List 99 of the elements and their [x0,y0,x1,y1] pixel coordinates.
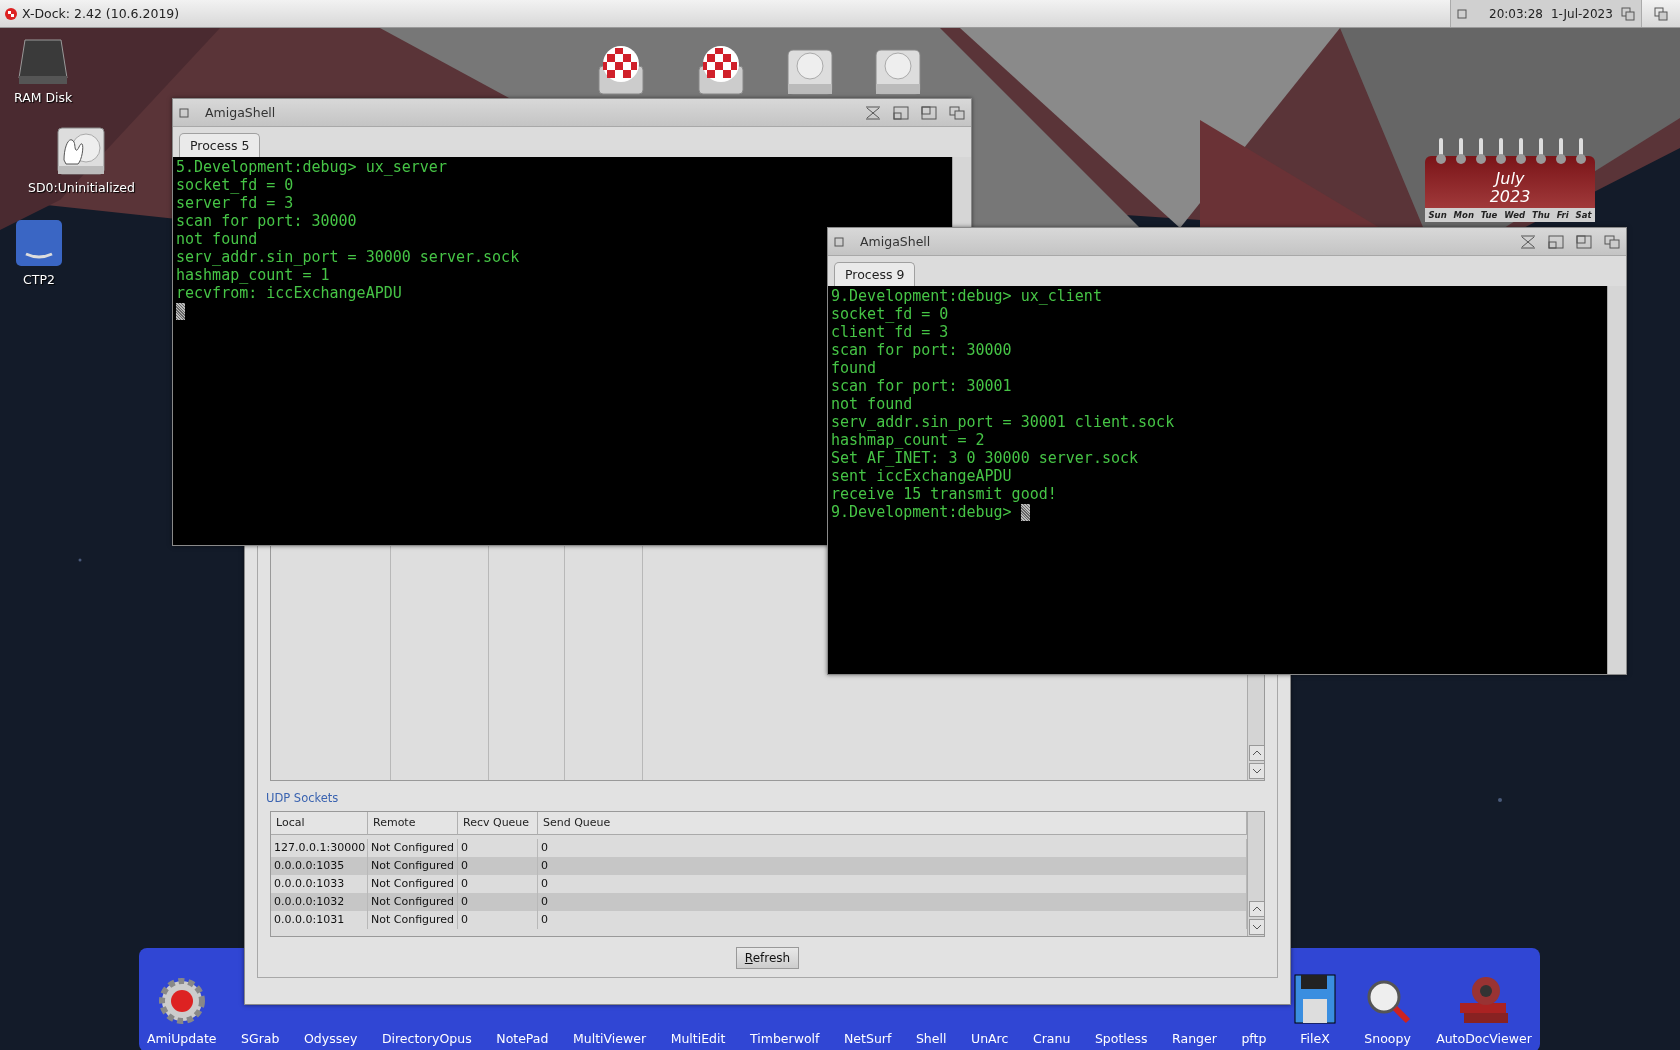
iconify-icon[interactable] [1520,234,1536,249]
arrow-down-icon[interactable] [1249,919,1265,935]
terminal-line: scan for port: 30000 [831,341,1012,359]
arrow-up-icon[interactable] [1249,745,1265,761]
table-cell: 0.0.0.0:1031 [271,911,368,929]
dock-item[interactable]: Cranu [1032,1031,1071,1046]
terminal-line: server fd = 3 [176,194,294,212]
ball-icon [4,6,18,21]
table-cell: 0 [458,911,538,929]
dock-item[interactable]: UnArc [971,1031,1009,1046]
dock-item[interactable]: FileX [1290,969,1339,1046]
terminal-line: Set AF_INET: 3 0 30000 server.sock [831,449,1139,467]
arrow-down-icon[interactable] [1249,763,1265,779]
terminal-line: scan for port: 30000 [176,212,357,230]
app-title: X-Dock: 2.42 (10.6.2019) [22,6,180,21]
iconify-icon[interactable] [865,105,881,120]
terminal-line: 9.Development:debug> [831,503,1013,521]
depth-icon[interactable] [1604,234,1620,249]
close-icon[interactable] [179,107,189,118]
weekday-label: Wed [1504,210,1525,220]
window-title: AmigaShell [860,234,931,249]
terminal-line: serv_addr.sin_port = 30000 server.sock [176,248,520,266]
weekday-label: Sat [1575,210,1592,220]
terminal-line: not found [176,230,258,248]
drive-icon [17,38,70,86]
desktop-icon[interactable]: SD0:Uninitialized [28,126,135,195]
window-icon[interactable] [1548,234,1564,249]
tab[interactable]: Process 9 [834,262,916,286]
icon-label: RAM Disk [14,90,73,105]
depth-icon[interactable] [1654,6,1668,21]
terminal-line: socket_fd = 0 [176,176,294,194]
weekday-label: Thu [1531,210,1550,220]
column-header[interactable]: Remote [368,812,458,835]
icon-label: SD0:Uninitialized [28,180,135,195]
terminal-line: sent iccExchangeAPDU [831,467,1012,485]
terminal-line: scan for port: 30001 [831,377,1012,395]
dock-item[interactable]: DirectoryOpus [381,1031,472,1046]
icon-label: CTP2 [23,272,55,287]
dock-item[interactable]: Shell [915,1031,947,1046]
depth-icon[interactable] [1621,6,1635,21]
dock-item[interactable]: pftp [1241,1031,1267,1046]
dock-item[interactable]: MultiEdit [670,1031,726,1046]
desktop-icon[interactable]: RAM Disk [14,38,73,105]
terminal-line: receive 15 transmit good! [831,485,1057,503]
dock-item[interactable]: Ranger [1172,1031,1217,1046]
text-cursor [176,302,185,320]
terminal-line: 5.Development:debug> ux_server [176,158,447,176]
scrollbar[interactable] [952,157,971,227]
window-icon[interactable] [893,105,909,120]
arrow-up-icon[interactable] [1249,901,1265,917]
zoom-icon[interactable] [921,105,937,120]
table-cell: Not Configured [368,911,458,929]
column-header[interactable]: Recv Queue [458,812,538,835]
dock-item[interactable]: MultiViewer [573,1031,647,1046]
calendar-year: 2023 [1489,188,1531,206]
dock-item[interactable]: Spotless [1094,1031,1148,1046]
scrollbar[interactable] [1607,286,1626,674]
drive-icon [697,44,745,96]
window-title: AmigaShell [205,105,276,120]
clock-time: 20:03:28 [1489,6,1543,21]
text-cursor [1020,503,1030,521]
clock-date: 1-Jul-2023 [1550,6,1613,21]
calendar-month: July [1495,170,1525,188]
drive-icon [597,44,645,96]
dock-item[interactable]: AmiUpdate [147,977,217,1046]
zoom-icon[interactable] [1576,234,1592,249]
scrollbar[interactable] [1247,812,1264,936]
terminal-line: hashmap_count = 1 [176,266,330,284]
column-header[interactable]: Local [271,812,368,835]
refresh-button[interactable]: Refresh [735,947,800,969]
close-icon[interactable] [1457,8,1467,19]
gear-icon [157,977,206,1025]
terminal-line: client fd = 3 [831,323,949,341]
weekday-label: Sun [1428,210,1447,220]
dock-item[interactable]: AutoDocViewer [1436,973,1532,1046]
weekday-label: Mon [1453,210,1474,220]
dock-item[interactable]: Odyssey [304,1031,358,1046]
tab[interactable]: Process 5 [179,133,261,157]
close-icon[interactable] [834,236,844,247]
weekday-label: Tue [1480,210,1498,220]
dock-item[interactable]: NetSurf [844,1031,892,1046]
weekday-label: Fri [1556,210,1569,220]
terminal-line: not found [831,395,913,413]
column-header[interactable]: Send Queue [538,812,1247,835]
terminal-line: recvfrom: iccExchangeAPDU [176,284,402,302]
dock-item[interactable]: SGrab [241,1031,280,1046]
hard-drive-icon [56,126,107,176]
desktop-icon[interactable]: CTP2 [14,218,64,287]
dock-item[interactable]: Timberwolf [750,1031,820,1046]
drive-icon [14,218,64,268]
depth-icon[interactable] [949,105,965,120]
terminal-line: 9.Development:debug> ux_client [831,287,1102,305]
dock-item[interactable]: Snoopy [1363,977,1412,1046]
terminal-line: found [831,359,877,377]
terminal-line: hashmap_count = 2 [831,431,985,449]
terminal-line: serv_addr.sin_port = 30001 client.sock [831,413,1175,431]
terminal-line: socket_fd = 0 [831,305,949,323]
dock-item[interactable]: NotePad [496,1031,549,1046]
section-title: UDP Sockets [266,791,340,805]
